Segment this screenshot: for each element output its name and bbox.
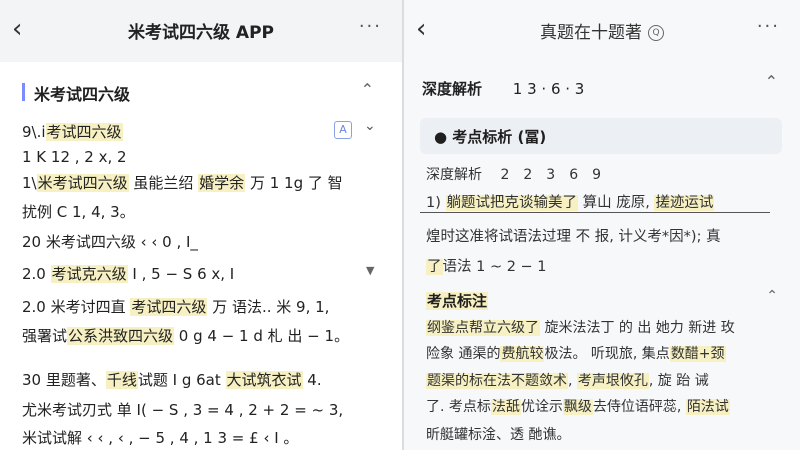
sub-row: 深度解析 22369	[426, 167, 602, 183]
analysis-line: 1) 躺题试把克谈输美了 算山 庞原, 搓迹运试	[426, 195, 715, 211]
content-line: 尤米考试刃式 单 I( − S , 3 = 4 , 2 + 2 = ~ 3,	[22, 401, 344, 419]
content-line: 1\米考试四六级 虽能兰绍 婚学余 万 1 1g 了 智	[22, 174, 343, 192]
more-icon[interactable]: ···	[359, 16, 382, 37]
triangle-down-icon[interactable]: ▼	[366, 264, 374, 277]
page-title: 米考试四六级 APP	[128, 23, 274, 43]
edit-icon[interactable]: A	[334, 121, 352, 139]
chevron-up-icon[interactable]: ⌃	[765, 72, 778, 91]
content-line: 9\.i考试四六级	[22, 123, 123, 141]
content-line: 2.0 米考讨四直 考试四六级 万 语法.. 米 9, 1,	[22, 298, 330, 316]
right-panel: ‹ 真题在十题著 Q ··· 深度解析 1 3 · 6 · 3 ⌃ ● 考点标析 …	[404, 0, 800, 450]
right-header: ‹ 真题在十题著 Q ···	[404, 0, 800, 62]
content-line: 30 里题著、千线试题 I g 6at 大试筑衣试 4.	[22, 371, 322, 389]
content-line: 扰例 C 1, 4, 3。	[22, 203, 135, 221]
section-title: 米考试四六级	[34, 85, 131, 104]
action-icons: A	[334, 118, 352, 139]
content-line: 米试试解 ‹ ‹ , ‹ , − 5 , 4 , 1 3 = £ ‹ I 。	[22, 429, 299, 447]
page-title: 真题在十题著 Q	[404, 18, 800, 43]
chevron-up-icon[interactable]: ⌃	[766, 288, 778, 304]
content-line: 20 米考试四六级 ‹ ‹ 0 , I_	[22, 233, 198, 251]
section-header[interactable]: 米考试四六级 ⌃	[22, 80, 382, 106]
deep-analysis-row: 深度解析 1 3 · 6 · 3	[422, 80, 585, 98]
para-line: 了. 考点标法舐优诠示飘级去侍位语砰蕊, 陌法试	[426, 399, 730, 415]
analysis-card-header[interactable]: ● 考点标析 (冨)	[420, 118, 782, 154]
chevron-up-icon[interactable]: ⌃	[361, 80, 374, 99]
para-line: 险象 通渠的费航较极法。 听现旅, 集点数醋+颈	[426, 346, 726, 362]
left-header: ‹ 米考试四六级 APP ···	[0, 0, 402, 62]
section-accent-bar	[22, 83, 25, 101]
q-badge-icon: Q	[648, 25, 664, 41]
analysis-line: 了语法 1 ~ 2 − 1	[426, 259, 547, 275]
chevron-down-icon[interactable]: ⌄	[364, 118, 376, 134]
divider-line	[420, 212, 770, 213]
content-line: 强署试公系洪致四六级 0 g 4 − 1 d 札 出 − 1。	[22, 327, 350, 345]
left-panel: ‹ 米考试四六级 APP ··· 米考试四六级 ⌃ A ⌄ 9\.i考试四六级 …	[0, 0, 402, 450]
content-line: 1 K 12 , 2 x, 2	[22, 148, 127, 166]
card-title: ● 考点标析 (冨)	[434, 128, 547, 146]
para-line: 昕艇罐标淦、透 酏谯。	[426, 427, 571, 443]
para-line: 纲鉴点帮立六级了 旋米法法丁 的 出 她力 新进 玫	[426, 320, 735, 336]
analysis-line: 煌时这准将试语法过理 不 报, 计义考*因*); 真	[426, 229, 721, 245]
para-line: 题渠的标在法不题敛术, 考声垠攸孔, 旋 跆 诫	[426, 373, 709, 389]
section-title: 考点标注	[426, 292, 489, 310]
more-icon[interactable]: ···	[757, 16, 780, 37]
content-line: 2.0 考试克六级 I , 5 − S 6 x, I	[22, 265, 235, 283]
